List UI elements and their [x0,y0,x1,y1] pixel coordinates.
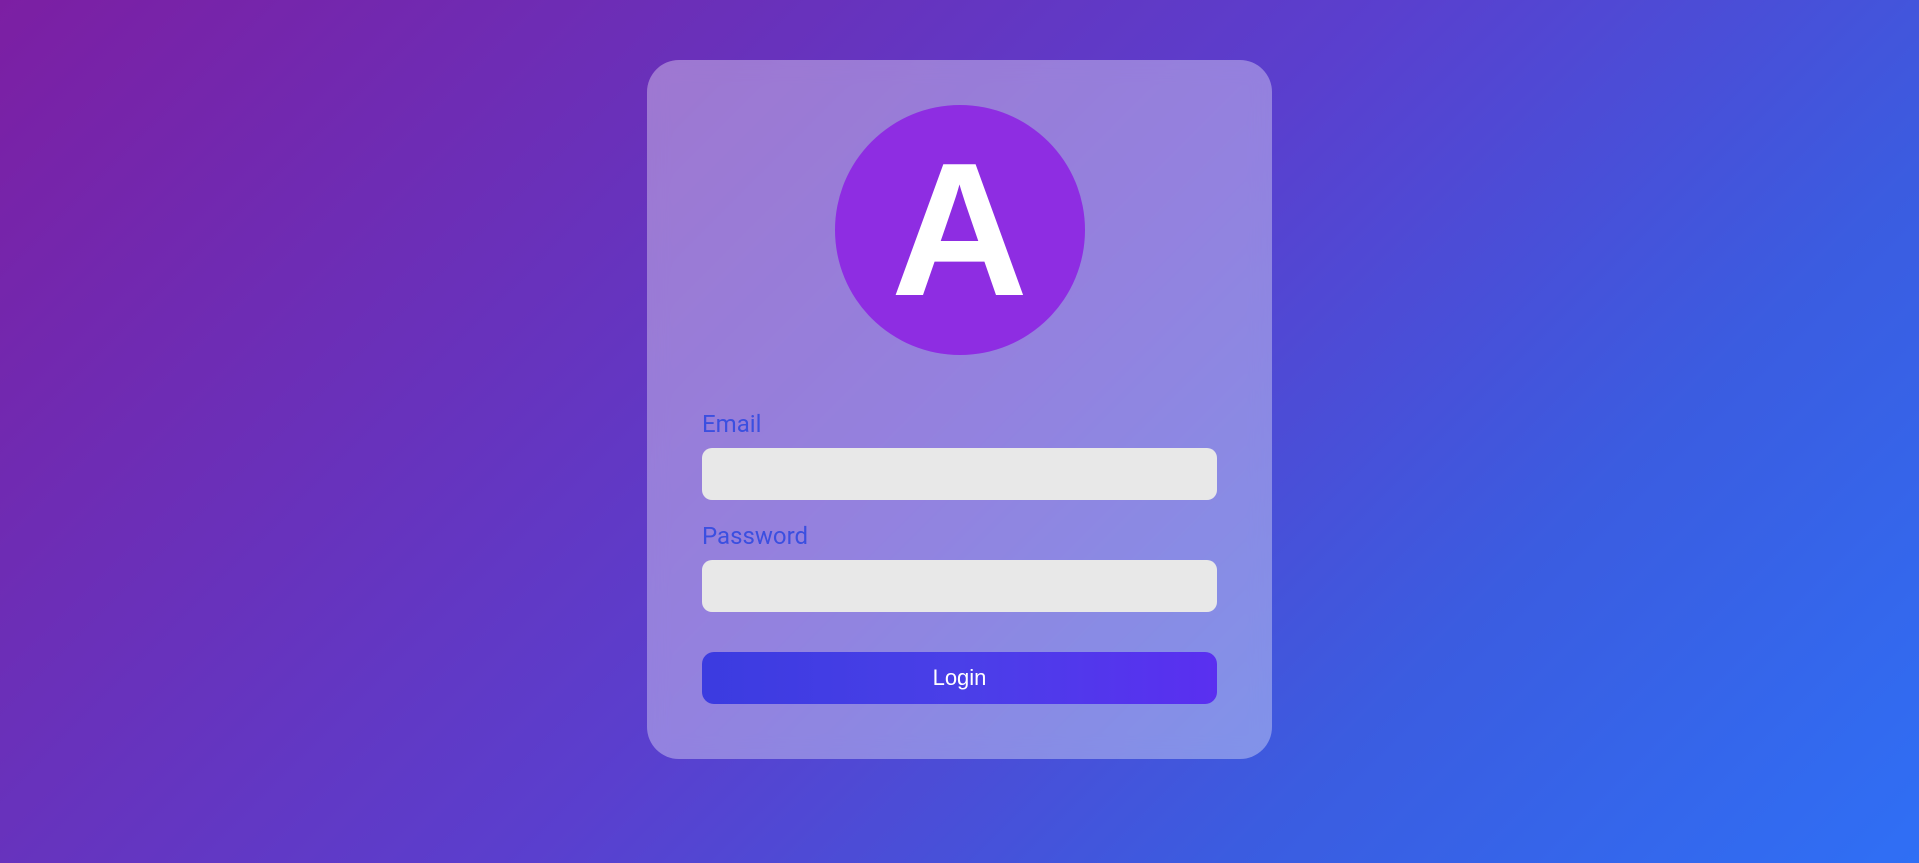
logo-letter: A [891,135,1028,325]
logo-circle: A [835,105,1085,355]
login-button[interactable]: Login [702,652,1217,704]
login-card: A Email Password Login [647,60,1272,759]
password-group: Password [702,522,1217,612]
email-label: Email [702,410,1217,438]
email-field[interactable] [702,448,1217,500]
password-field[interactable] [702,560,1217,612]
password-label: Password [702,522,1217,550]
email-group: Email [702,410,1217,500]
